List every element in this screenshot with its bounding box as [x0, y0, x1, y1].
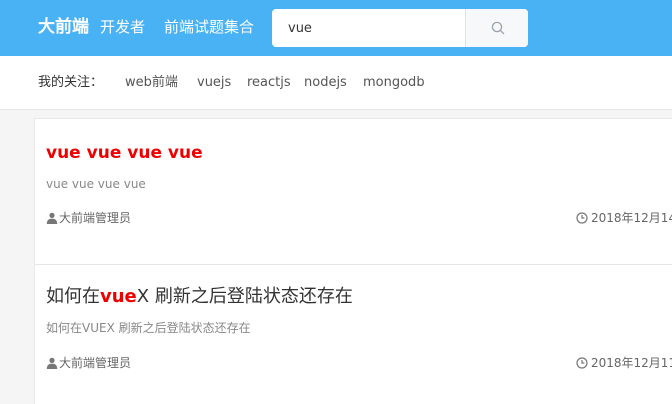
brand-logo[interactable]: 大前端: [38, 16, 89, 38]
follow-tag-nodejs[interactable]: nodejs: [304, 75, 347, 91]
follow-tag-vuejs[interactable]: vuejs: [197, 75, 231, 91]
article-list: vue vue vue vue vue vue vue vue 大前端管理员 2…: [34, 118, 672, 404]
article-card[interactable]: vue vue vue vue vue vue vue vue 大前端管理员 2…: [35, 119, 672, 265]
follow-tag-reactjs[interactable]: reactjs: [247, 75, 291, 91]
title-highlight: vue vue vue vue: [46, 143, 203, 163]
article-title[interactable]: vue vue vue vue: [46, 141, 203, 165]
search-icon: [491, 21, 505, 35]
article-description: 如何在VUEX 刷新之后登陆状态还存在: [46, 321, 251, 335]
search-button[interactable]: [465, 9, 528, 47]
follow-tag-web[interactable]: web前端: [125, 75, 178, 91]
nav-developers[interactable]: 开发者: [100, 17, 145, 37]
author-name: 大前端管理员: [59, 356, 132, 370]
search-box: [272, 9, 528, 47]
date-text: 2018年12月14: [591, 211, 672, 225]
user-icon: [46, 212, 58, 224]
clock-icon: [576, 212, 588, 224]
article-description: vue vue vue vue: [46, 177, 146, 191]
article-author: 大前端管理员: [46, 355, 131, 371]
clock-icon: [576, 357, 588, 369]
article-date: 2018年12月11: [576, 355, 672, 371]
follow-tag-mongodb[interactable]: mongodb: [363, 75, 425, 91]
date-text: 2018年12月11: [591, 356, 672, 370]
article-card[interactable]: 如何在vueX 刷新之后登陆状态还存在 如何在VUEX 刷新之后登陆状态还存在 …: [35, 265, 672, 404]
follow-label: 我的关注：: [38, 75, 104, 90]
article-title[interactable]: 如何在vueX 刷新之后登陆状态还存在: [46, 285, 353, 309]
title-highlight: vue: [100, 286, 137, 307]
search-input[interactable]: [272, 9, 465, 47]
article-author: 大前端管理员: [46, 210, 131, 226]
article-date: 2018年12月14: [576, 210, 672, 226]
user-icon: [46, 357, 58, 369]
title-prefix: 如何在: [46, 286, 100, 307]
title-rest: X 刷新之后登陆状态还存在: [136, 286, 353, 307]
nav-frontend-questions[interactable]: 前端试题集合: [164, 17, 254, 37]
top-nav-bar: 大前端 开发者 前端试题集合: [0, 0, 672, 56]
follow-bar: 我的关注： web前端 vuejs reactjs nodejs mongodb: [0, 56, 672, 110]
author-name: 大前端管理员: [59, 211, 132, 225]
